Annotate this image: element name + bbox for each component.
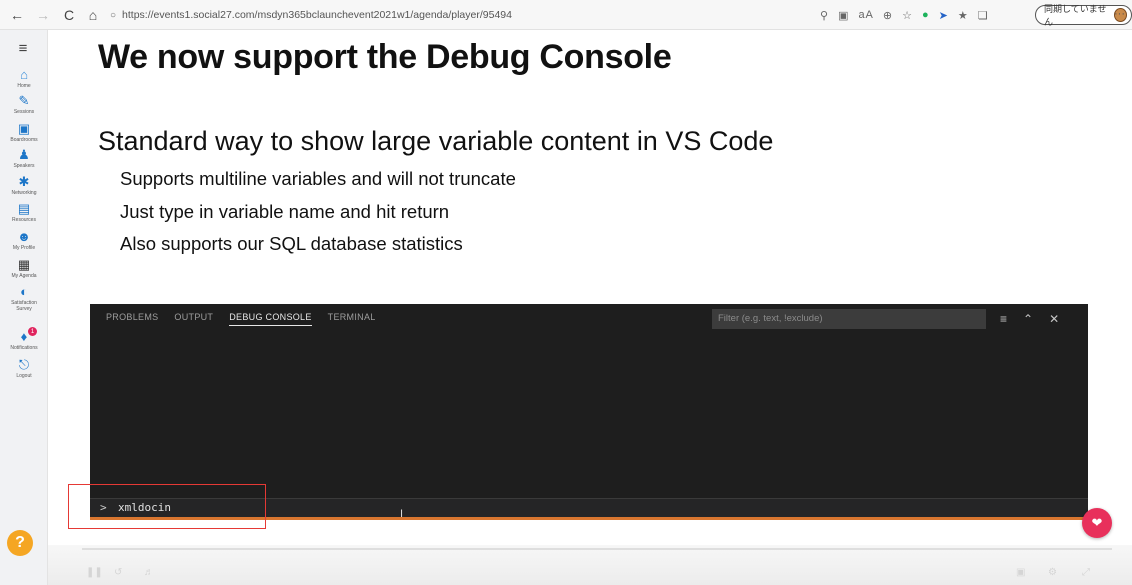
tab-output[interactable]: OUTPUT — [174, 312, 213, 326]
slide-bullet: Supports multiline variables and will no… — [120, 168, 516, 189]
tab-terminal[interactable]: TERMINAL — [328, 312, 376, 326]
like-button[interactable]: ❤ — [1082, 508, 1112, 538]
sidebar-item-boardrooms[interactable]: ▣ Boardrooms — [0, 121, 48, 144]
pen-icon: ✎ — [18, 93, 30, 108]
sidebar-item-home[interactable]: ⌂ Home — [0, 67, 48, 90]
thumbs-up-icon: ❤ — [1091, 515, 1103, 530]
slide-subtitle: Standard way to show large variable cont… — [98, 126, 774, 156]
rewind-icon[interactable]: ↺ — [114, 567, 122, 578]
key-icon[interactable]: ⚲ — [820, 9, 828, 22]
calendar-icon: ▦ — [17, 257, 31, 272]
reload-icon[interactable]: C — [58, 4, 80, 26]
network-icon: ✱ — [18, 174, 30, 189]
slide-bullet: Just type in variable name and hit retur… — [120, 201, 450, 222]
profile-icon: ☻ — [17, 229, 31, 244]
tab-problems[interactable]: PROBLEMS — [106, 312, 158, 326]
back-icon[interactable]: ← — [6, 4, 28, 26]
hamburger-menu-icon[interactable]: ≡ — [14, 40, 32, 57]
speaker-icon: ♟ — [18, 147, 30, 162]
chevron-up-icon[interactable]: ⌃ — [1023, 312, 1033, 326]
highlight-box — [68, 484, 266, 529]
extension-blue-icon[interactable]: ➤ — [939, 9, 948, 22]
favorite-icon[interactable]: ☆ — [902, 9, 912, 22]
panel-actions: ≡ ⌃ ✕ — [1000, 312, 1059, 326]
browser-extension-icons: ⚲ ▣ a A ⊕ ☆ ● ➤ ★ ❏ — [820, 6, 988, 24]
filter-input[interactable]: Filter (e.g. text, !exclude) — [712, 309, 986, 329]
close-icon[interactable]: ✕ — [1049, 312, 1059, 326]
read-aloud-icon[interactable]: a A — [858, 9, 872, 21]
video-player-controls: ❚❚ ↺ ♬ ▣ ⚙ ⤢ — [48, 545, 1132, 585]
sidebar-item-resources[interactable]: ▤ Resources — [0, 201, 48, 224]
video-progress-bar[interactable] — [82, 548, 1112, 550]
clear-console-icon[interactable]: ≡ — [1000, 312, 1007, 326]
sidebar-item-notifications[interactable]: ♦ 1 Notifications — [0, 327, 48, 351]
text-cursor-icon: I — [400, 508, 404, 520]
browser-toolbar: ← → C ⌂ ○ https://events1.social27.com/m… — [0, 0, 1132, 30]
sidebar-item-my-agenda[interactable]: ▦ My Agenda — [0, 257, 48, 280]
event-sidebar: ≡ ⌂ Home ✎ Sessions ▣ Boardrooms ♟ Speak… — [0, 30, 48, 585]
logout-icon: ⎋ — [18, 357, 30, 372]
fullscreen-icon[interactable]: ⤢ — [1082, 567, 1090, 578]
address-bar[interactable]: ○ https://events1.social27.com/msdyn365b… — [110, 6, 800, 24]
slide-title: We now support the Debug Console — [98, 38, 672, 76]
sidebar-item-networking[interactable]: ✱ Networking — [0, 174, 48, 197]
forward-icon[interactable]: → — [32, 4, 54, 26]
home-icon: ⌂ — [20, 67, 28, 82]
url-text: https://events1.social27.com/msdyn365bcl… — [122, 9, 512, 21]
captions-icon[interactable]: ▣ — [1016, 567, 1025, 578]
favorites-bar-icon[interactable]: ★ — [958, 9, 968, 22]
bell-icon: ♦ — [20, 329, 28, 344]
sidebar-item-logout[interactable]: ⎋ Logout — [0, 357, 48, 380]
slide-bullet: Also supports our SQL database statistic… — [120, 233, 463, 254]
pause-icon[interactable]: ❚❚ — [86, 567, 103, 578]
resources-icon: ▤ — [17, 201, 31, 216]
notification-badge: 1 — [28, 327, 37, 336]
tab-debug-console[interactable]: DEBUG CONSOLE — [229, 312, 312, 326]
home-icon[interactable]: ⌂ — [82, 4, 104, 26]
sync-label: 同期していません — [1044, 4, 1107, 27]
reader-icon[interactable]: ▣ — [838, 9, 848, 22]
extension-green-icon[interactable]: ● — [922, 9, 929, 21]
sidebar-item-speakers[interactable]: ♟ Speakers — [0, 147, 48, 170]
help-button[interactable]: ? — [7, 530, 33, 556]
sidebar-item-sessions[interactable]: ✎ Sessions — [0, 93, 48, 116]
sidebar-item-satisfaction-survey[interactable]: ◐ Satisfaction Survey — [0, 284, 48, 313]
lock-icon: ○ — [110, 9, 117, 21]
survey-icon: ◐ — [20, 284, 28, 299]
sidebar-item-my-profile[interactable]: ☻ My Profile — [0, 229, 48, 252]
volume-icon[interactable]: ♬ — [144, 567, 154, 578]
zoom-icon[interactable]: ⊕ — [883, 9, 892, 22]
settings-icon[interactable]: ⚙ — [1048, 567, 1057, 578]
more-icon[interactable]: ··· — [1114, 8, 1125, 20]
panel-tabs: PROBLEMS OUTPUT DEBUG CONSOLE TERMINAL — [106, 312, 376, 326]
boardroom-icon: ▣ — [17, 121, 31, 136]
collections-icon[interactable]: ❏ — [978, 9, 988, 22]
